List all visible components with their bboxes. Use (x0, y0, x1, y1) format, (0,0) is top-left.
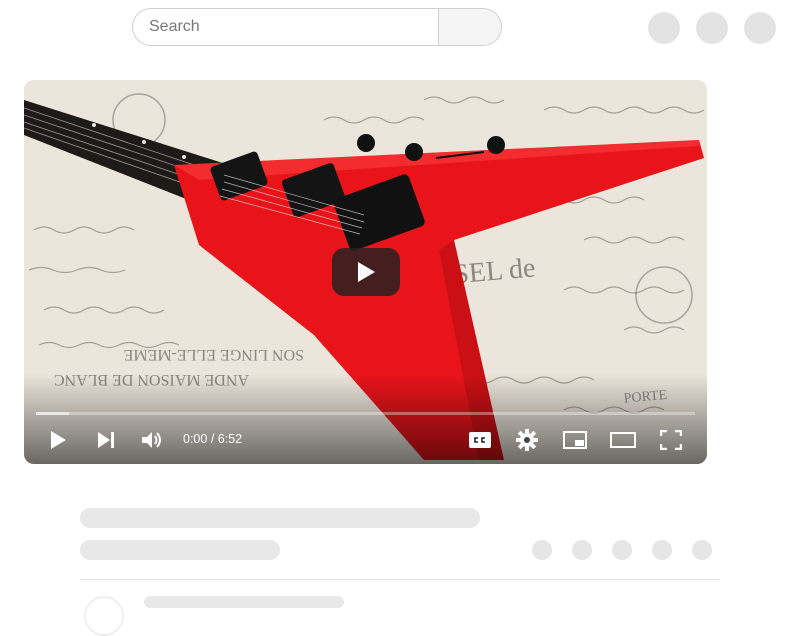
search-placeholder: Search (149, 18, 200, 35)
time-separator: / (210, 432, 215, 446)
settings-button[interactable] (513, 426, 541, 454)
next-button[interactable] (92, 426, 120, 454)
fullscreen-button[interactable] (657, 426, 685, 454)
time-total: 6:52 (217, 432, 243, 446)
volume-button[interactable] (138, 426, 166, 454)
closed-captions-icon (469, 432, 491, 448)
progress-bar[interactable] (36, 412, 695, 415)
action-placeholder-4 (652, 540, 672, 560)
fullscreen-icon (660, 430, 682, 450)
action-placeholder-1 (532, 540, 552, 560)
header-icon-placeholder-2[interactable] (696, 12, 728, 44)
controls-gradient (24, 374, 707, 464)
search-input[interactable]: Search (132, 8, 438, 46)
channel-placeholder (80, 540, 280, 560)
theater-mode-icon (610, 432, 636, 448)
play-button[interactable] (44, 426, 72, 454)
miniplayer-button[interactable] (561, 426, 589, 454)
action-placeholder-5 (692, 540, 712, 560)
search-button[interactable] (438, 8, 502, 46)
captions-button[interactable] (466, 426, 494, 454)
play-icon (51, 431, 66, 449)
video-player[interactable]: ANDE MAISON DE BLANC SON LINGE ELLE-MEME… (24, 80, 707, 464)
big-play-icon (358, 262, 375, 282)
comment-placeholder (144, 596, 344, 608)
avatar[interactable] (744, 12, 776, 44)
big-play-button[interactable] (332, 248, 400, 296)
next-icon (98, 432, 114, 448)
svg-text:SON LINGE ELLE-MEME: SON LINGE ELLE-MEME (124, 346, 304, 363)
miniplayer-icon (563, 431, 587, 449)
theater-mode-button[interactable] (609, 426, 637, 454)
time-current: 0:00 (183, 432, 208, 446)
progress-fill (36, 412, 69, 415)
volume-icon (142, 432, 161, 448)
gear-icon (516, 429, 538, 451)
header-icon-placeholder-1[interactable] (648, 12, 680, 44)
time-display: 0:00 / 6:52 (183, 432, 242, 446)
title-placeholder (80, 508, 480, 528)
action-placeholder-2 (572, 540, 592, 560)
action-placeholder-3 (612, 540, 632, 560)
comment-avatar-placeholder (84, 596, 124, 636)
divider (80, 579, 720, 580)
